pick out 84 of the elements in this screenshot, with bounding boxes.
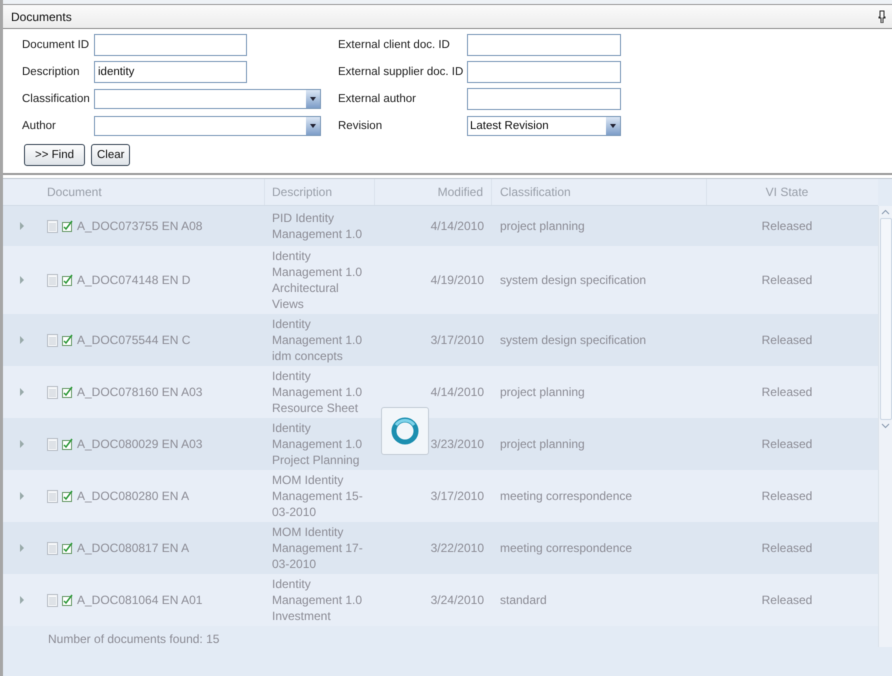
table-cell: 3/22/2010 xyxy=(430,541,484,555)
expand-arrow-icon xyxy=(18,275,24,285)
field-label: External author xyxy=(338,93,417,105)
expand-arrow-icon xyxy=(18,335,24,345)
table-cell: 3/24/2010 xyxy=(430,593,484,607)
table-cell: Released xyxy=(762,219,812,233)
text-field[interactable] xyxy=(94,34,247,56)
table-cell: standard xyxy=(500,593,547,607)
text-field[interactable]: identity xyxy=(94,61,247,83)
table-cell: 4/14/2010 xyxy=(430,385,484,399)
table-cell: Released xyxy=(762,541,812,555)
scrollbar[interactable] xyxy=(878,206,892,647)
expand-arrow-icon xyxy=(18,543,24,553)
dropdown-arrow-icon xyxy=(609,123,617,129)
scroll-down-icon[interactable] xyxy=(881,423,890,429)
document-icon xyxy=(47,438,58,450)
table-cell: 3/17/2010 xyxy=(430,333,484,347)
scroll-up-icon[interactable] xyxy=(881,209,890,215)
text-field[interactable] xyxy=(467,88,621,110)
field-label: Revision xyxy=(338,120,384,132)
table-cell: project planning xyxy=(500,219,585,233)
table-cell: system design specification xyxy=(500,333,646,347)
table-cell: project planning xyxy=(500,385,585,399)
checked-box-icon xyxy=(62,490,73,502)
result-count: Number of documents found: 15 xyxy=(47,631,220,646)
table-cell: Released xyxy=(762,437,812,451)
dropdown-arrow-icon xyxy=(309,123,317,129)
checked-box-icon xyxy=(62,220,73,232)
expand-arrow-icon xyxy=(18,387,24,397)
table-cell: Released xyxy=(762,273,812,287)
table-cell-text: Identity Management 1.0 Investment xyxy=(272,576,364,624)
checked-box-icon xyxy=(62,438,73,450)
table-cell: 3/23/2010 xyxy=(430,437,484,451)
table-cell: project planning xyxy=(500,437,585,451)
expand-arrow-icon xyxy=(18,595,24,605)
table-cell-text: PID Identity Management 1.0 xyxy=(272,210,364,242)
document-icon xyxy=(47,334,58,346)
table-cell: Released xyxy=(762,385,812,399)
table-cell: Released xyxy=(762,333,812,347)
expand-arrow-icon xyxy=(18,491,24,501)
field-label: External supplier doc. ID xyxy=(338,66,464,78)
table-cell-text: MOM Identity Management 15-03-2010 xyxy=(272,472,364,520)
field-label: External client doc. ID xyxy=(338,39,451,51)
field-label: Classification xyxy=(22,93,91,105)
table-cell: meeting correspondence xyxy=(500,541,632,555)
scrollbar-thumb[interactable] xyxy=(880,218,892,420)
table-cell: system design specification xyxy=(500,273,646,287)
table-cell: 4/19/2010 xyxy=(430,273,484,287)
document-icon xyxy=(47,542,58,554)
table-cell-text: Identity Management 1.0 idm concepts xyxy=(272,316,364,364)
checked-box-icon xyxy=(62,542,73,554)
checked-box-icon xyxy=(62,334,73,346)
pin-icon[interactable] xyxy=(878,10,886,23)
field-label: Description xyxy=(22,66,81,78)
clear-button[interactable]: Clear xyxy=(91,144,130,166)
table-cell-text: Identity Management 1.0 Resource Sheet xyxy=(272,368,364,416)
document-icon xyxy=(47,386,58,398)
text-field[interactable] xyxy=(467,61,621,83)
find-button[interactable]: >> Find xyxy=(24,144,85,166)
table-cell-text: Identity Management 1.0 Architectural Views xyxy=(272,248,364,312)
combo-box[interactable]: Latest Revision xyxy=(467,116,621,136)
document-icon xyxy=(47,594,58,606)
table-cell: 4/14/2010 xyxy=(430,219,484,233)
field-label: Author xyxy=(22,120,57,132)
document-icon xyxy=(47,220,58,232)
expand-arrow-icon xyxy=(18,221,24,231)
checked-box-icon xyxy=(62,274,73,286)
combo-box[interactable] xyxy=(94,89,321,109)
combo-box[interactable] xyxy=(94,116,321,136)
table-cell: meeting correspondence xyxy=(500,489,632,503)
expand-arrow-icon xyxy=(18,439,24,449)
table-cell: Released xyxy=(762,489,812,503)
document-icon xyxy=(47,274,58,286)
document-icon xyxy=(47,490,58,502)
field-label: Document ID xyxy=(22,39,90,51)
checked-box-icon xyxy=(62,594,73,606)
table-cell: Released xyxy=(762,593,812,607)
panel-title: Documents xyxy=(11,10,72,24)
text-field[interactable] xyxy=(467,34,621,56)
checked-box-icon xyxy=(62,386,73,398)
table-cell-text: Identity Management 1.0 Project Planning xyxy=(272,420,364,468)
dropdown-arrow-icon xyxy=(309,96,317,102)
table-cell: 3/17/2010 xyxy=(430,489,484,503)
table-cell-text: MOM Identity Management 17-03-2010 xyxy=(272,524,364,572)
